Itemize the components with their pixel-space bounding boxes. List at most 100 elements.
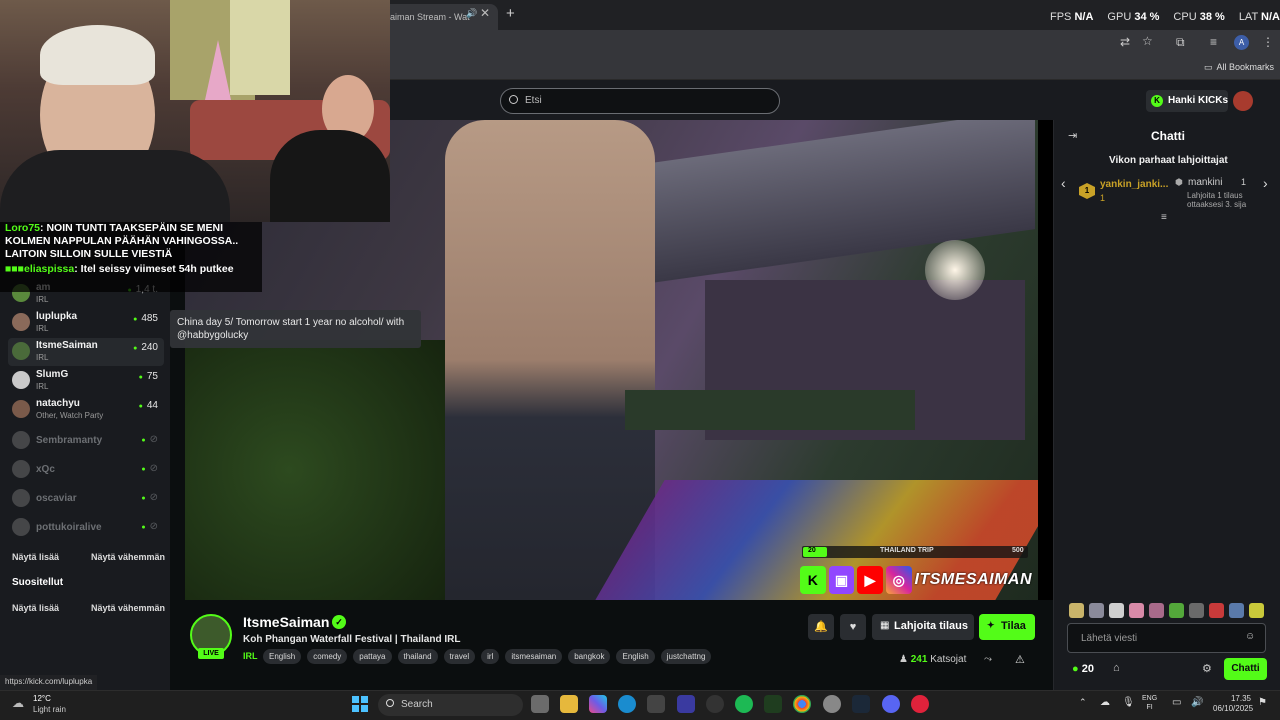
- emote-icon[interactable]: [1209, 603, 1224, 618]
- stream-tag[interactable]: irl: [481, 649, 500, 664]
- stream-tag[interactable]: itsmesaiman: [505, 649, 563, 664]
- fps-stat: FPS N/A: [1050, 11, 1094, 23]
- sidebar-channel-item[interactable]: pottukoiralive ⊘: [8, 514, 164, 542]
- store-app-icon[interactable]: [647, 695, 665, 713]
- opera-icon[interactable]: [911, 695, 929, 713]
- chevron-up-icon[interactable]: ⌃: [1079, 697, 1087, 708]
- channel-category: Other, Watch Party: [36, 411, 104, 420]
- chevron-left-icon[interactable]: ‹: [1061, 175, 1066, 191]
- wall-painting-2: [230, 0, 290, 95]
- language-indicator[interactable]: ENG FI: [1142, 694, 1157, 712]
- sidebar-channel-item[interactable]: natachyu Other, Watch Party 44: [8, 396, 164, 424]
- emote-icon[interactable]: [1069, 603, 1084, 618]
- notification-icon[interactable]: ⚑: [1258, 697, 1267, 708]
- instagram-logo-icon: ◎: [885, 566, 912, 594]
- app-arrow-icon[interactable]: [764, 695, 782, 713]
- discord-icon[interactable]: [882, 695, 900, 713]
- leader-name[interactable]: yankin_janki...: [1100, 179, 1168, 190]
- translate-icon[interactable]: ⇄: [1120, 35, 1130, 49]
- media-control-icon[interactable]: ≡: [1210, 35, 1217, 49]
- channel-category: IRL: [36, 295, 49, 304]
- weather-temperature[interactable]: 12°C: [33, 694, 51, 703]
- edge-icon[interactable]: [618, 695, 636, 713]
- offline-icon: ⊘: [141, 463, 158, 474]
- bookmark-star-icon[interactable]: ☆: [1142, 34, 1153, 48]
- emote-icon[interactable]: [1169, 603, 1184, 618]
- recommended-show-more-link[interactable]: Näytä lisää: [12, 603, 59, 613]
- search-input[interactable]: Etsi: [500, 88, 780, 114]
- store-icon[interactable]: ⌂: [1113, 662, 1120, 674]
- show-less-link[interactable]: Näytä vähemmän: [91, 552, 165, 562]
- leader-name[interactable]: mankini: [1188, 177, 1222, 188]
- task-view-icon[interactable]: [531, 695, 549, 713]
- emote-icon[interactable]: [1089, 603, 1104, 618]
- chat-message-input[interactable]: Lähetä viesti: [1067, 623, 1266, 653]
- file-explorer-icon[interactable]: [560, 695, 578, 713]
- sidebar-channel-item[interactable]: Sembramanty ⊘: [8, 427, 164, 455]
- stream-tag[interactable]: pattaya: [353, 649, 392, 664]
- user-avatar[interactable]: [1233, 91, 1253, 111]
- emote-icon[interactable]: [1249, 603, 1264, 618]
- windows-start-icon[interactable]: [352, 696, 368, 712]
- stream-tag[interactable]: bangkok: [568, 649, 611, 664]
- send-chat-button[interactable]: Chatti: [1224, 658, 1267, 680]
- channel-name: SlumG: [36, 369, 69, 380]
- streamer-name[interactable]: ItsmeSaiman: [243, 614, 329, 630]
- onedrive-icon[interactable]: ☁: [1100, 697, 1110, 708]
- sidebar-channel-item[interactable]: xQc ⊘: [8, 456, 164, 484]
- gear-icon[interactable]: ⚙: [1202, 662, 1212, 675]
- emoji-icon[interactable]: ☺: [1245, 631, 1255, 642]
- chrome-icon[interactable]: [793, 695, 811, 713]
- new-tab-icon[interactable]: +: [506, 5, 515, 22]
- steam-icon[interactable]: [852, 695, 870, 713]
- emote-icon[interactable]: [1229, 603, 1244, 618]
- clock[interactable]: 17.35 06/10/2025: [1213, 694, 1253, 714]
- network-icon[interactable]: ▭: [1172, 697, 1181, 708]
- kicks-balance[interactable]: ● 20: [1072, 663, 1094, 675]
- cloud-rain-icon[interactable]: ☁: [12, 696, 24, 710]
- emote-icon[interactable]: [1189, 603, 1204, 618]
- taskbar-search-input[interactable]: Search: [378, 694, 523, 716]
- tag-list: English comedy pattaya thailand travel irl its…: [263, 649, 712, 664]
- sidebar-channel-item[interactable]: SlumG IRL 75: [8, 367, 164, 395]
- notification-bell-button[interactable]: 🔔: [808, 614, 834, 640]
- volume-icon[interactable]: 🔊: [1191, 697, 1203, 708]
- app-icon[interactable]: [677, 695, 695, 713]
- microphone-icon[interactable]: 🎙: [1122, 697, 1135, 708]
- show-more-link[interactable]: Näytä lisää: [12, 552, 59, 562]
- copilot-icon[interactable]: [589, 695, 607, 713]
- report-warning-icon[interactable]: ⚠: [1015, 653, 1025, 666]
- category-link[interactable]: IRL: [243, 651, 258, 661]
- stream-tag[interactable]: thailand: [397, 649, 438, 664]
- stream-tag[interactable]: justchattng: [660, 649, 712, 664]
- emote-icon[interactable]: [1149, 603, 1164, 618]
- chevron-right-icon[interactable]: ›: [1263, 175, 1268, 191]
- sidebar-channel-item[interactable]: ItsmeSaiman IRL 240: [8, 338, 164, 366]
- stream-tag[interactable]: English: [263, 649, 302, 664]
- menu-kebab-icon[interactable]: ⋮: [1262, 35, 1274, 49]
- expand-leaderboard-icon[interactable]: ≡: [1161, 212, 1167, 223]
- sidebar-channel-item[interactable]: oscaviar ⊘: [8, 485, 164, 513]
- recommended-show-less-link[interactable]: Näytä vähemmän: [91, 603, 165, 613]
- stream-tag[interactable]: travel: [443, 649, 476, 664]
- settings-app-icon[interactable]: [823, 695, 841, 713]
- tab-audio-icon[interactable]: 🔊: [466, 8, 477, 19]
- all-bookmarks-link[interactable]: ▭ All Bookmarks: [1204, 62, 1274, 73]
- collapse-chat-icon[interactable]: ⇥: [1068, 129, 1077, 142]
- tab-close-icon[interactable]: ✕: [480, 6, 490, 20]
- weather-description[interactable]: Light rain: [33, 705, 66, 714]
- emote-icon[interactable]: [1109, 603, 1124, 618]
- sidebar-channel-item[interactable]: luplupka IRL 485: [8, 309, 164, 337]
- github-icon[interactable]: [706, 695, 724, 713]
- emote-icon[interactable]: [1129, 603, 1144, 618]
- share-icon[interactable]: ⤳: [984, 654, 992, 665]
- stream-tag[interactable]: English: [616, 649, 655, 664]
- profile-avatar[interactable]: A: [1234, 35, 1249, 50]
- stream-tag[interactable]: comedy: [307, 649, 348, 664]
- twitch-logo-icon: ▣: [828, 566, 855, 594]
- extensions-icon[interactable]: ⧉: [1176, 35, 1185, 50]
- gift-icon: ▦: [880, 620, 890, 631]
- bell-icon: 🔔: [814, 621, 828, 633]
- spotify-icon[interactable]: [735, 695, 753, 713]
- follow-heart-button[interactable]: ♥: [840, 614, 866, 640]
